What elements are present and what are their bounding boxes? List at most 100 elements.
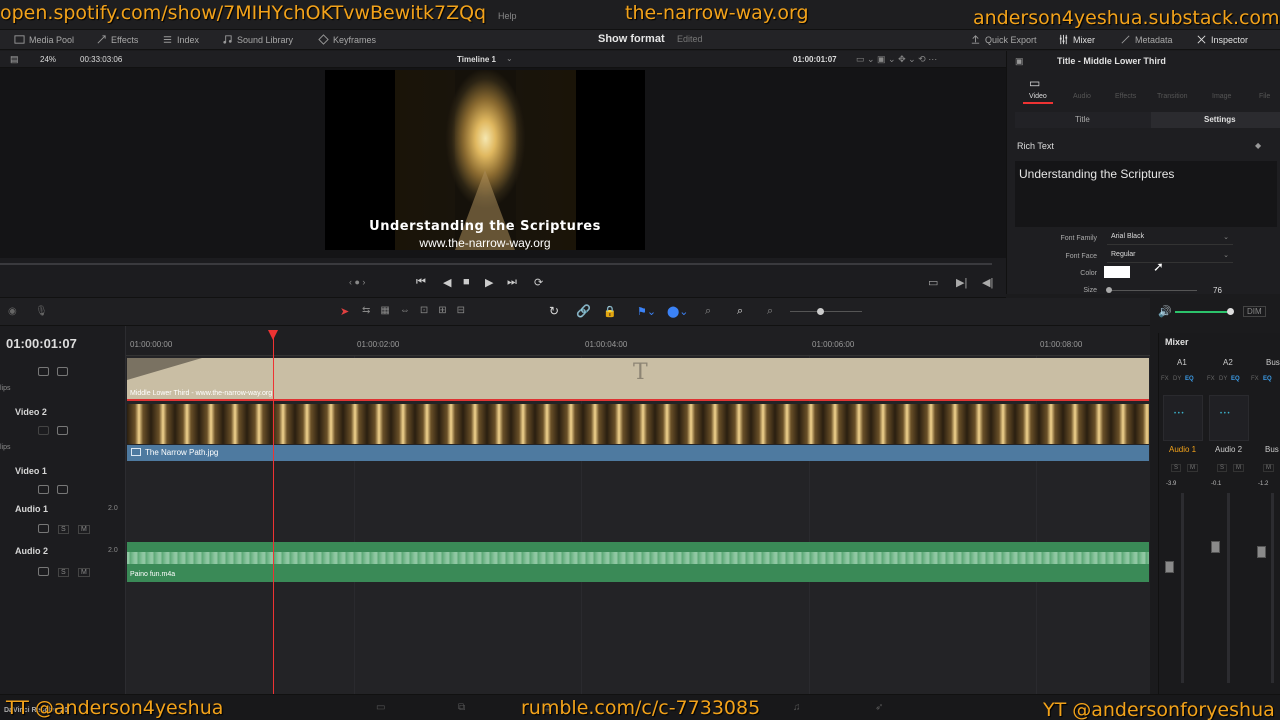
tab-file[interactable]: File — [1259, 93, 1270, 100]
mixer-channel-a1[interactable]: A1 — [1177, 358, 1187, 367]
marker-icon[interactable]: ⬤⌄ — [667, 305, 689, 318]
media-page-icon[interactable]: ▭ — [376, 702, 385, 713]
zoom-full-icon[interactable]: ⌕ — [705, 305, 711, 318]
menu-help[interactable]: Help — [498, 11, 517, 21]
selection-tool-icon[interactable]: ➤ — [340, 305, 349, 318]
play-icon[interactable]: ▶ — [485, 276, 493, 289]
track-monitor-icon[interactable] — [57, 367, 68, 376]
volume-slider[interactable] — [1175, 311, 1231, 313]
subtab-title[interactable]: Title — [1015, 112, 1151, 128]
solo-button[interactable]: S — [58, 568, 69, 577]
microphone-icon[interactable]: 🎙 — [35, 306, 48, 317]
zoom-slider[interactable] — [790, 311, 862, 312]
metadata-button[interactable]: Metadata — [1120, 34, 1173, 45]
mixer-channel-a2[interactable]: A2 — [1223, 358, 1233, 367]
eq-label[interactable]: EQ — [1185, 376, 1194, 382]
last-frame-icon[interactable]: ◀| — [982, 276, 993, 289]
mixer-mute-button[interactable]: M — [1263, 464, 1274, 472]
mixer-solo-button[interactable]: S — [1171, 464, 1182, 472]
dim-button[interactable]: DIM — [1243, 306, 1266, 317]
size-slider-knob[interactable] — [1106, 287, 1112, 293]
mixer-mute-button[interactable]: M — [1187, 464, 1198, 472]
fx-label[interactable]: FX — [1251, 376, 1259, 382]
tab-audio[interactable]: Audio — [1073, 93, 1091, 100]
mixer-solo-button[interactable]: S — [1217, 464, 1228, 472]
edit-tools-icons[interactable]: ⇆▦⇔⊡⊞⊟ — [362, 305, 475, 316]
font-family-dropdown[interactable]: Arial Black ⌄ — [1107, 233, 1233, 245]
size-value[interactable]: 76 — [1213, 286, 1222, 295]
color-swatch[interactable] — [1104, 266, 1130, 278]
mute-button[interactable]: M — [78, 568, 90, 577]
eq-label[interactable]: EQ — [1231, 376, 1240, 382]
font-face-dropdown[interactable]: Regular ⌄ — [1107, 251, 1233, 263]
dy-label[interactable]: DY — [1219, 376, 1227, 382]
track-name-video2[interactable]: Video 2 — [15, 407, 47, 417]
inspector-button[interactable]: Inspector — [1196, 34, 1248, 45]
track-name-video1[interactable]: Video 1 — [15, 466, 47, 476]
track-camera-icon[interactable] — [38, 426, 49, 435]
viewer-layout-icon[interactable]: ▤ — [10, 54, 19, 65]
track-monitor-icon[interactable] — [57, 485, 68, 494]
zoom-custom-icon[interactable]: ⌕ — [767, 305, 773, 318]
pan-control-a1[interactable]: • • • — [1163, 395, 1203, 441]
mixer-mute-button[interactable]: M — [1233, 464, 1244, 472]
cut-page-icon[interactable]: ⧉ — [458, 702, 465, 713]
fader-a1[interactable] — [1165, 561, 1174, 573]
zoom-slider-knob[interactable] — [817, 308, 824, 315]
fx-label[interactable]: FX — [1207, 376, 1215, 382]
solo-button[interactable]: S — [58, 525, 69, 534]
link-icon[interactable]: 🔗 — [576, 304, 591, 318]
pan-control-a2[interactable]: • • • — [1209, 395, 1249, 441]
stop-icon[interactable]: ■ — [463, 276, 470, 288]
next-frame-icon[interactable]: ▶| — [956, 276, 967, 289]
track-lock-icon[interactable] — [38, 524, 49, 533]
volume-knob[interactable] — [1227, 308, 1234, 315]
playhead[interactable] — [273, 334, 274, 694]
fx-label[interactable]: FX — [1161, 376, 1169, 382]
video-clip-thumbnails[interactable] — [127, 404, 1149, 444]
track-name-audio1[interactable]: Audio 1 — [15, 504, 48, 514]
rich-text-field[interactable]: Understanding the Scriptures — [1015, 161, 1277, 227]
deliver-page-icon[interactable]: ➶ — [875, 702, 883, 713]
mixer-channel-bus[interactable]: Bus — [1266, 358, 1280, 367]
sound-library-button[interactable]: Sound Library — [222, 34, 293, 45]
play-reverse-icon[interactable]: ◀ — [443, 276, 451, 289]
chevron-down-icon[interactable]: ⌄ — [506, 54, 513, 63]
effects-button[interactable]: Effects — [96, 34, 138, 45]
keyframe-dot-icon[interactable]: ◆ — [1255, 141, 1261, 150]
eq-label[interactable]: EQ — [1263, 376, 1272, 382]
timeline-selector[interactable]: Timeline 1 — [457, 55, 496, 64]
title-clip[interactable]: T Middle Lower Third - www.the-narrow-wa… — [127, 358, 1149, 401]
track-camera-icon[interactable] — [38, 485, 49, 494]
fader-a2[interactable] — [1211, 541, 1220, 553]
subtab-settings[interactable]: Settings — [1151, 112, 1280, 128]
video-clip[interactable]: The Narrow Path.jpg — [127, 445, 1149, 461]
track-monitor-icon[interactable] — [57, 426, 68, 435]
playhead-handle[interactable] — [268, 330, 278, 340]
tab-transition[interactable]: Transition — [1157, 93, 1187, 100]
video-tab-icon[interactable]: ▭ — [1029, 76, 1040, 90]
skip-start-icon[interactable]: ⏮ — [416, 276, 426, 289]
snapping-icon[interactable]: ↻ — [549, 304, 559, 318]
audio-clip[interactable]: Paino fun.m4a — [127, 542, 1149, 582]
tab-effects[interactable]: Effects — [1115, 93, 1136, 100]
fairlight-page-icon[interactable]: ♫ — [793, 702, 801, 713]
fullscreen-icon[interactable]: ▭ — [928, 276, 938, 289]
view-options-icon[interactable]: ◉ — [8, 306, 17, 317]
track-lock-icon[interactable] — [38, 567, 49, 576]
lock-icon[interactable]: 🔒 — [603, 305, 617, 318]
show-format-label[interactable]: Show format — [598, 33, 665, 45]
viewer-options-icon[interactable]: ▭ ⌄ ▣ ⌄ ✥ ⌄ ⟲ ⋯ — [856, 54, 937, 65]
zoom-dropdown[interactable]: 24% — [40, 55, 56, 64]
track-camera-icon[interactable] — [38, 367, 49, 376]
mixer-button[interactable]: Mixer — [1058, 34, 1095, 45]
track-name-audio2[interactable]: Audio 2 — [15, 546, 48, 556]
volume-icon[interactable]: 🔊 — [1158, 305, 1172, 318]
mute-button[interactable]: M — [78, 525, 90, 534]
timeline-ruler[interactable]: 01:00:00:00 01:00:02:00 01:00:04:00 01:0… — [126, 326, 1150, 356]
tab-video[interactable]: Video — [1029, 93, 1047, 100]
jog-control[interactable]: ‹ ● › — [349, 277, 365, 287]
media-pool-button[interactable]: Media Pool — [14, 34, 74, 45]
flag-icon[interactable]: ⚑⌄ — [637, 305, 656, 318]
fader-bus[interactable] — [1257, 546, 1266, 558]
